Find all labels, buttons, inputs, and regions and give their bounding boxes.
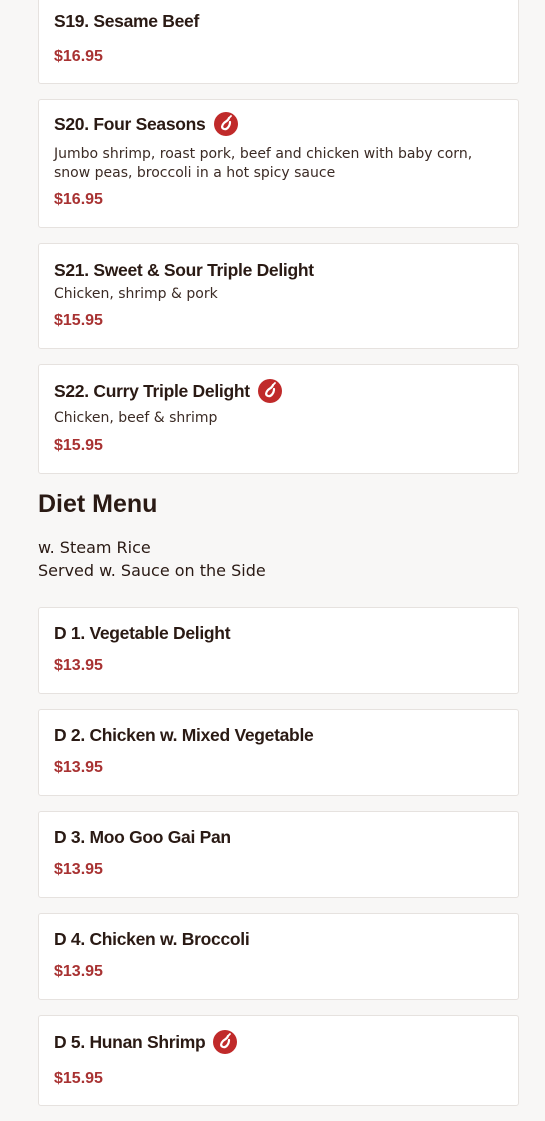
menu-item-description: Chicken, beef & shrimp	[54, 410, 218, 426]
menu-item-name: S19. Sesame Beef	[54, 11, 200, 31]
menu-item-card[interactable]: D 1. Vegetable Delight $13.95	[38, 607, 519, 694]
menu-item-card[interactable]: D 5. Hunan Shrimp $15.95	[38, 1015, 519, 1106]
menu-item-description: Chicken, shrimp & pork	[54, 286, 218, 302]
menu-item-card[interactable]: D 2. Chicken w. Mixed Vegetable $13.95	[38, 709, 519, 796]
chili-pepper-icon	[213, 112, 238, 136]
menu-item-price: $13.95	[54, 963, 103, 980]
menu-item-name: D 3. Moo Goo Gai Pan	[54, 827, 231, 847]
menu-item-name: S20. Four Seasons	[54, 112, 238, 136]
chili-pepper-icon	[257, 379, 282, 403]
menu-item-price: $13.95	[54, 759, 103, 776]
menu-item-price: $13.95	[54, 657, 103, 674]
chili-pepper-icon	[213, 1030, 238, 1054]
menu-item-price: $16.95	[54, 48, 103, 65]
menu-item-name: S22. Curry Triple Delight	[54, 379, 282, 403]
menu-item-price: $15.95	[54, 437, 103, 454]
menu-item-price: $13.95	[54, 861, 103, 878]
menu-item-price: $16.95	[54, 191, 103, 208]
menu-item-card[interactable]: S19. Sesame Beef $16.95	[38, 0, 519, 84]
menu-item-card[interactable]: S21. Sweet & Sour Triple Delight Chicken…	[38, 243, 519, 349]
menu-item-card[interactable]: D 4. Chicken w. Broccoli $13.95	[38, 913, 519, 1000]
menu-item-name: D 2. Chicken w. Mixed Vegetable	[54, 725, 314, 745]
section-note: w. Steam Rice	[38, 538, 151, 557]
menu-item-card[interactable]: S22. Curry Triple Delight Chicken, beef …	[38, 364, 519, 474]
menu-item-name: D 4. Chicken w. Broccoli	[54, 929, 250, 949]
menu-item-name: S21. Sweet & Sour Triple Delight	[54, 260, 314, 280]
menu-item-card[interactable]: S20. Four Seasons Jumbo shrimp, roast po…	[38, 99, 519, 228]
menu-item-name: D 5. Hunan Shrimp	[54, 1030, 238, 1054]
menu-item-price: $15.95	[54, 312, 103, 329]
menu-item-description: Jumbo shrimp, roast pork, beef and chick…	[54, 146, 473, 181]
section-note: Served w. Sauce on the Side	[38, 561, 266, 580]
menu-item-price: $15.95	[54, 1070, 103, 1087]
menu-item-name: D 1. Vegetable Delight	[54, 623, 231, 643]
section-title: Diet Menu	[38, 490, 158, 518]
menu-item-card[interactable]: D 3. Moo Goo Gai Pan $13.95	[38, 811, 519, 898]
